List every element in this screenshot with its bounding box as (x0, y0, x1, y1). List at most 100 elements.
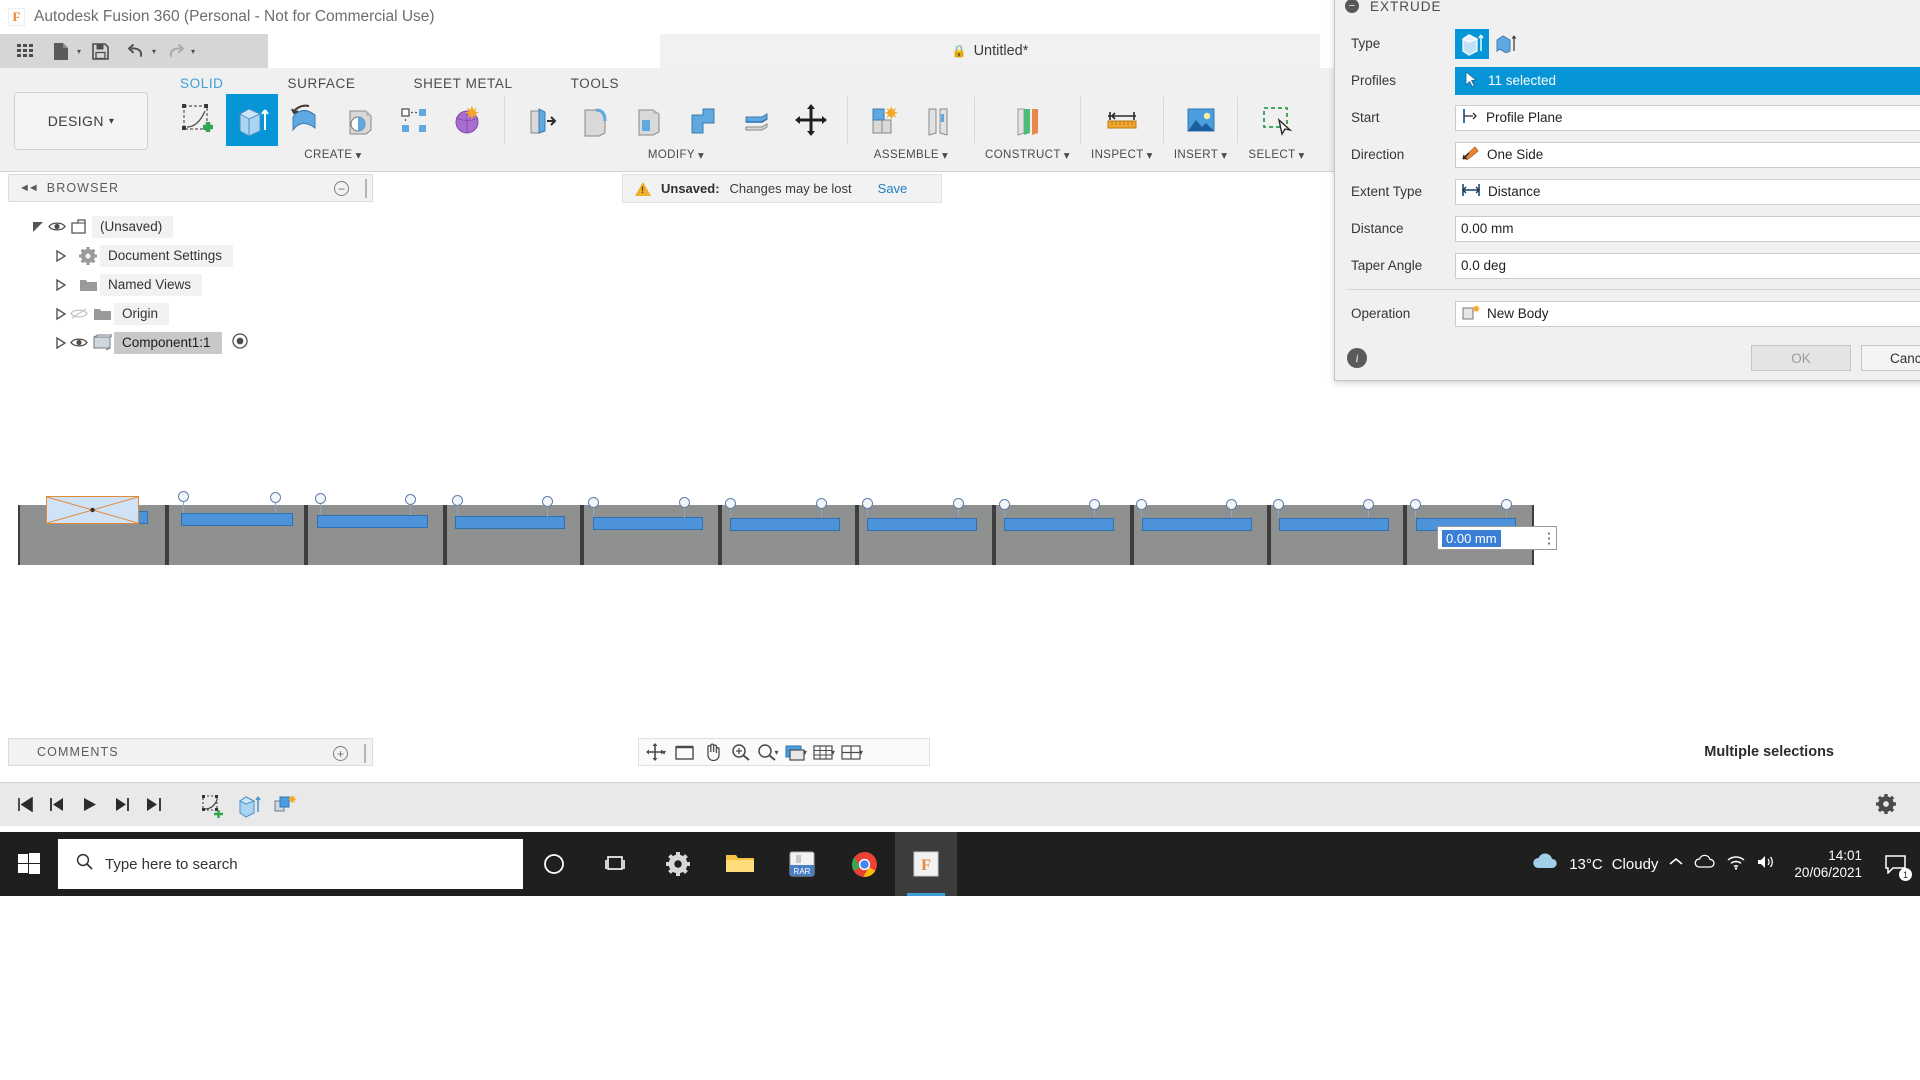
sketch-feature-icon[interactable] (196, 790, 230, 820)
panel-label-assemble[interactable]: ASSEMBLE▾ (874, 148, 948, 162)
selected-face[interactable] (730, 518, 840, 531)
sweep-icon[interactable] (334, 94, 386, 146)
double-left-arrow-icon[interactable]: ◄◄ (19, 182, 37, 194)
wifi-icon[interactable] (1726, 854, 1746, 875)
redo-caret-icon[interactable]: ▾ (191, 47, 195, 56)
sketch-point[interactable] (542, 496, 553, 507)
fit-icon[interactable] (671, 740, 697, 764)
selected-face[interactable] (1279, 518, 1389, 531)
chevron-up-icon[interactable] (1668, 855, 1684, 874)
sketch-point[interactable] (452, 495, 463, 506)
extrude-feature-icon[interactable] (232, 790, 266, 820)
save-button[interactable] (83, 36, 117, 66)
selected-face[interactable] (1142, 518, 1252, 531)
operation-dropdown[interactable]: New Body (1455, 301, 1920, 327)
magnifier-icon[interactable]: ▾ (755, 740, 781, 764)
sketch-point[interactable] (1226, 499, 1237, 510)
joint-icon[interactable] (912, 94, 964, 146)
new-component-icon[interactable] (858, 94, 910, 146)
orbit-icon[interactable]: ▾ (643, 740, 669, 764)
tab-surface[interactable]: SURFACE (278, 73, 366, 94)
insert-image-icon[interactable] (1175, 94, 1227, 146)
undo-caret-icon[interactable]: ▾ (152, 47, 156, 56)
sketch-point[interactable] (270, 492, 281, 503)
combine-icon[interactable] (677, 94, 729, 146)
collapsed-triangle-icon[interactable] (52, 335, 68, 351)
direction-dropdown[interactable]: One Side (1455, 142, 1920, 168)
taskbar-file-explorer-icon[interactable] (709, 832, 771, 896)
shell-icon[interactable] (623, 94, 675, 146)
sketch-point[interactable] (178, 491, 189, 502)
selected-face[interactable] (455, 516, 565, 529)
timeline-settings-gear-icon[interactable] (1872, 790, 1900, 818)
visibility-eye-off-icon[interactable] (68, 307, 90, 320)
volume-icon[interactable] (1756, 854, 1776, 875)
panel-label-insert[interactable]: INSERT▾ (1174, 148, 1228, 162)
visibility-eye-icon[interactable] (46, 220, 68, 233)
sketch-point[interactable] (1501, 499, 1512, 510)
new-document-button[interactable] (44, 36, 78, 66)
collapsed-triangle-icon[interactable] (52, 306, 68, 322)
grid-snap-icon[interactable]: ▾ (811, 740, 837, 764)
expanded-triangle-icon[interactable] (30, 219, 46, 235)
sketch-point[interactable] (405, 494, 416, 505)
sketch-point[interactable] (953, 498, 964, 509)
sketch-point[interactable] (1410, 499, 1421, 510)
sketch-point[interactable] (1273, 499, 1284, 510)
taskbar-search-input[interactable]: Type here to search (58, 839, 523, 889)
taskbar-cortana-icon[interactable] (523, 832, 585, 896)
comments-resize-handle[interactable] (364, 744, 366, 763)
panel-label-inspect[interactable]: INSPECT▾ (1091, 148, 1153, 162)
new-document-caret-icon[interactable]: ▾ (77, 47, 81, 56)
onedrive-icon[interactable] (1694, 854, 1716, 875)
sketch-point[interactable] (588, 497, 599, 508)
info-icon[interactable]: i (1347, 348, 1367, 368)
tree-row-component1[interactable]: Component1:1 (8, 328, 373, 357)
jump-start-icon[interactable] (10, 790, 40, 820)
sketch-point[interactable] (315, 493, 326, 504)
collapsed-triangle-icon[interactable] (52, 277, 68, 293)
viewport-layout-icon[interactable]: ▾ (839, 740, 865, 764)
component-feature-icon[interactable] (268, 790, 302, 820)
selected-face[interactable] (181, 513, 293, 526)
sketch-point[interactable] (725, 498, 736, 509)
tree-row-unsaved[interactable]: (Unsaved) (8, 212, 373, 241)
active-sketch-region[interactable] (46, 496, 139, 524)
offset-face-icon[interactable] (731, 94, 783, 146)
viewport[interactable]: 0.00 mm ⋮ (0, 380, 1920, 720)
sketch-point[interactable] (1089, 499, 1100, 510)
distance-input[interactable]: 0.00 mm (1455, 216, 1920, 242)
collapse-circle-icon[interactable]: − (1345, 0, 1359, 13)
sketch-point[interactable] (1363, 499, 1374, 510)
sketch-point[interactable] (999, 499, 1010, 510)
fillet-icon[interactable] (569, 94, 621, 146)
selected-face[interactable] (867, 518, 977, 531)
panel-label-modify[interactable]: MODIFY▾ (648, 148, 704, 162)
create-sketch-icon[interactable] (172, 94, 224, 146)
press-pull-icon[interactable] (515, 94, 567, 146)
windows-start-button[interactable] (0, 832, 58, 896)
app-grid-button[interactable] (8, 36, 42, 66)
plus-circle-icon[interactable]: + (333, 746, 348, 761)
pattern-icon[interactable] (388, 94, 440, 146)
weather-widget[interactable]: 13°C Cloudy (1530, 852, 1658, 876)
sketch-point[interactable] (1136, 499, 1147, 510)
taskbar-task-view-icon[interactable] (585, 832, 647, 896)
component-activate-radio[interactable] (232, 333, 248, 352)
cancel-button[interactable]: Cancel (1861, 345, 1920, 371)
taskbar-chrome-icon[interactable] (833, 832, 895, 896)
redo-button[interactable] (158, 36, 192, 66)
sketch-point[interactable] (816, 498, 827, 509)
tab-solid[interactable]: SOLID (170, 73, 234, 94)
document-tab[interactable]: 🔒 Untitled* (660, 34, 1320, 68)
step-forward-icon[interactable] (106, 790, 136, 820)
zoom-icon[interactable] (727, 740, 753, 764)
taskbar-settings-icon[interactable] (647, 832, 709, 896)
distance-input-overlay[interactable]: 0.00 mm (1437, 526, 1557, 550)
panel-label-select[interactable]: SELECT▾ (1248, 148, 1304, 162)
step-back-icon[interactable] (42, 790, 72, 820)
tree-row-named-views[interactable]: Named Views (8, 270, 373, 299)
distance-input-value[interactable]: 0.00 mm (1442, 530, 1501, 547)
notification-center-icon[interactable]: 1 (1880, 849, 1910, 879)
ok-button[interactable]: OK (1751, 345, 1851, 371)
